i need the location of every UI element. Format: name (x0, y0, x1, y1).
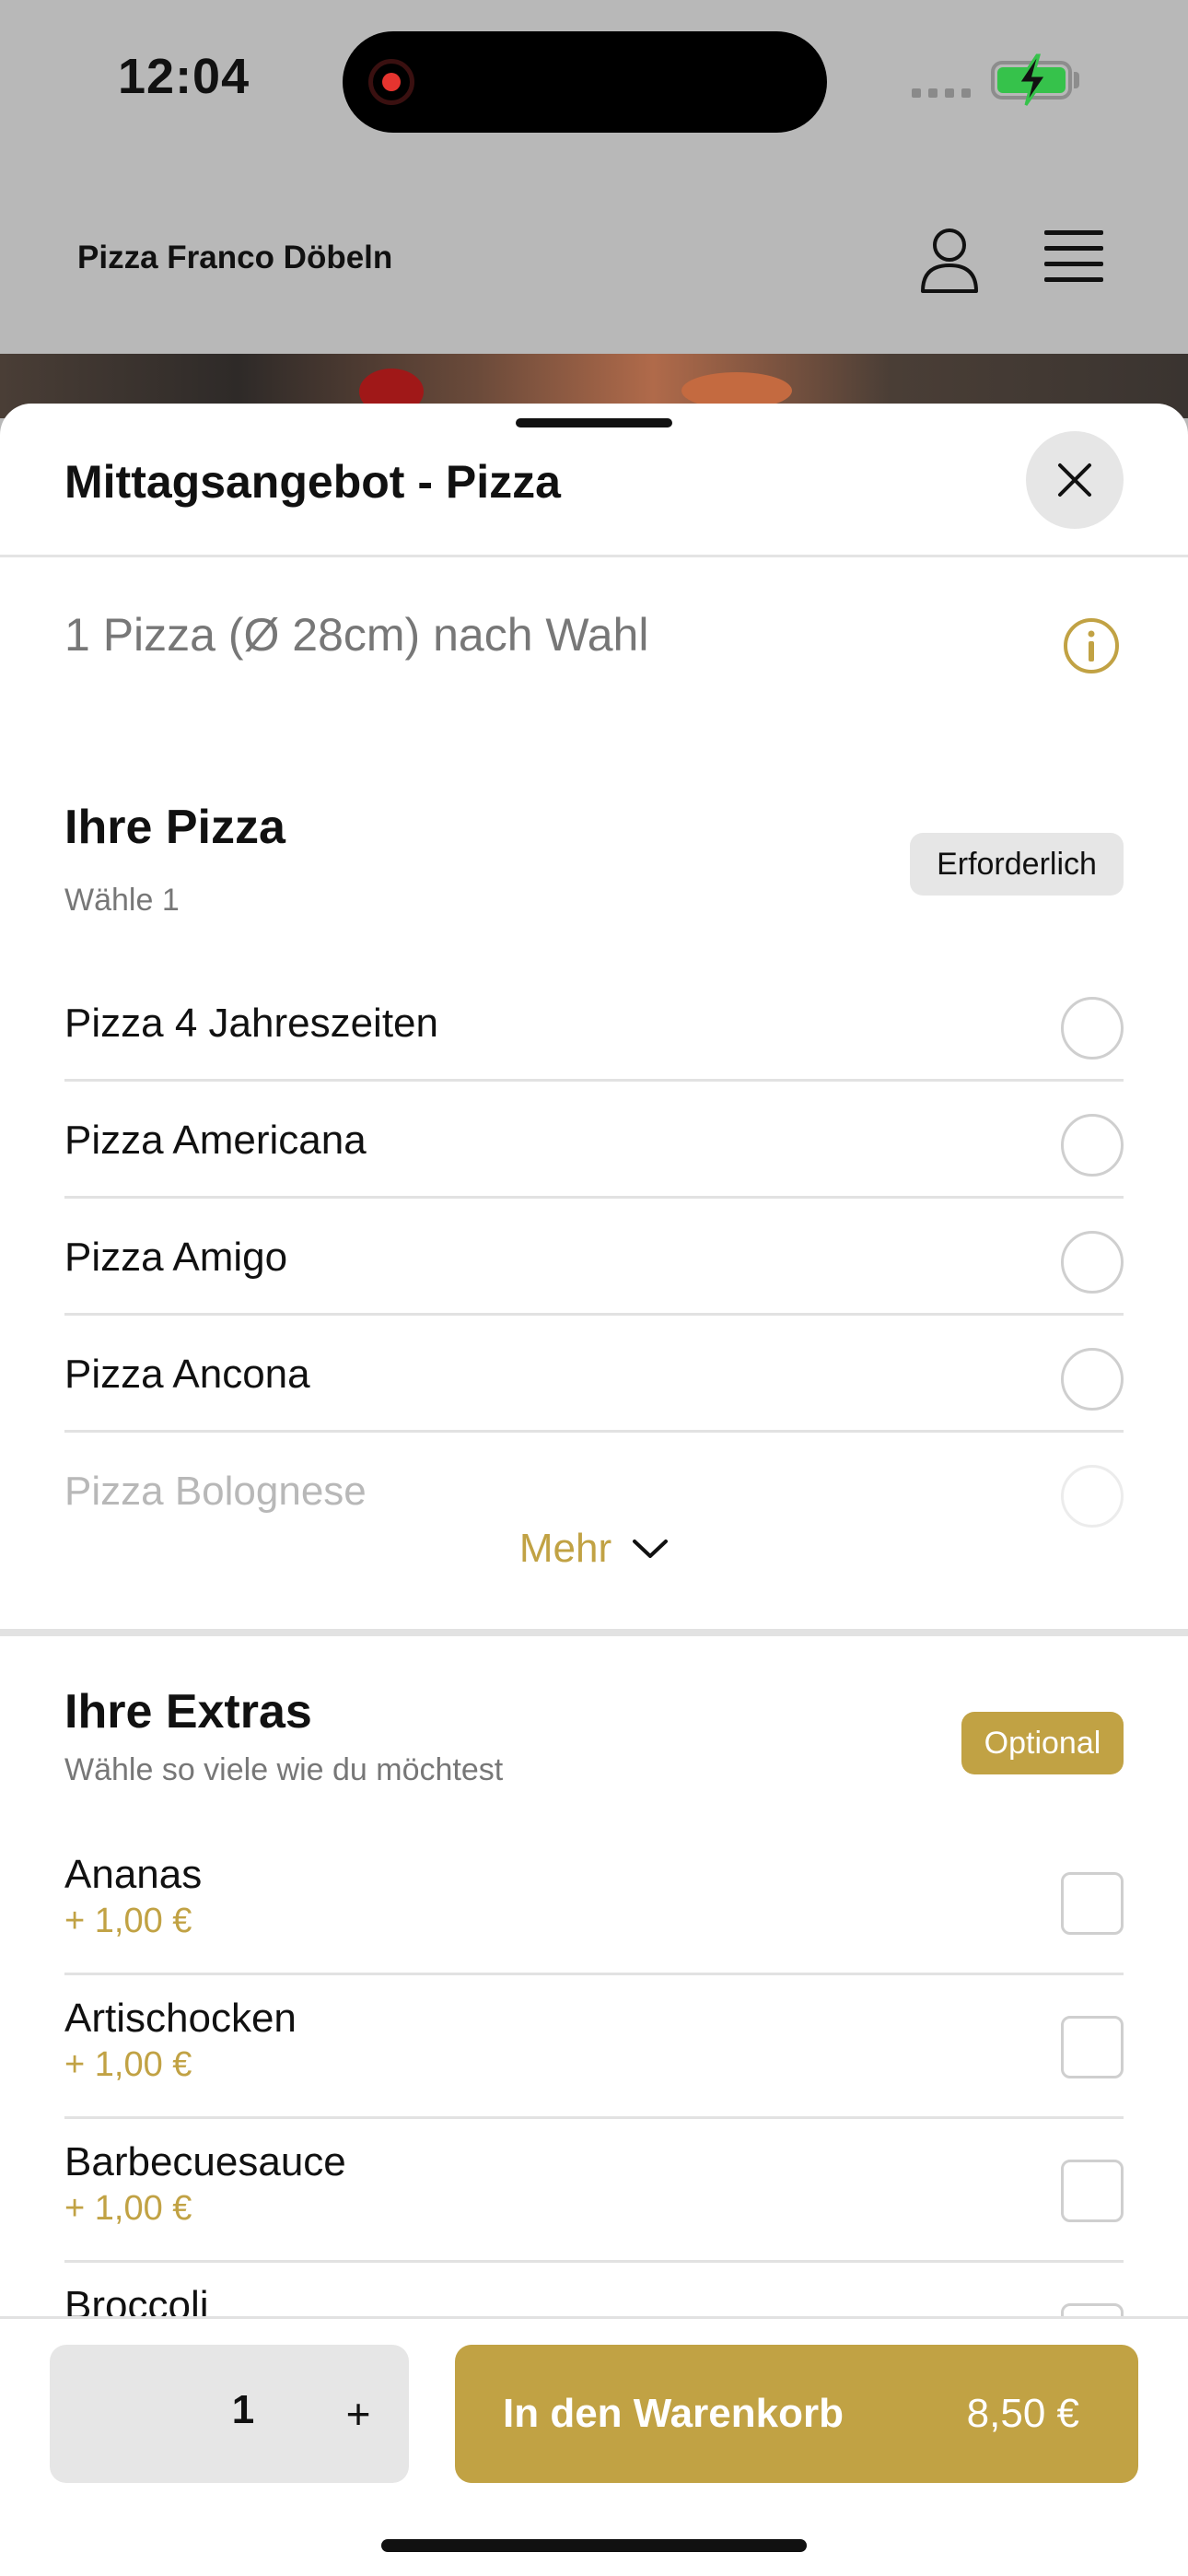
pizza-option-label: Pizza Amigo (64, 1235, 288, 1280)
divider (0, 555, 1188, 557)
radio-button[interactable] (1061, 1348, 1124, 1411)
checkbox[interactable] (1061, 1872, 1124, 1935)
pizza-option-label: Pizza Ancona (64, 1352, 310, 1397)
pizza-section-title: Ihre Pizza (64, 801, 285, 854)
show-more-button[interactable]: Mehr (0, 1526, 1188, 1572)
user-icon[interactable] (917, 225, 982, 295)
cart-price: 8,50 € (966, 2391, 1079, 2436)
restaurant-name: Pizza Franco Döbeln (77, 240, 393, 275)
extra-label: Artischocken (64, 1996, 297, 2041)
extra-label: Ananas (64, 1852, 203, 1897)
pizza-option-label: Pizza 4 Jahreszeiten (64, 1001, 438, 1046)
app-header: Pizza Franco Döbeln (0, 166, 1188, 354)
signal-icon (912, 88, 971, 98)
pizza-option-label: Pizza Bolognese (64, 1469, 367, 1514)
radio-button[interactable] (1061, 997, 1124, 1060)
extra-price: + 1,00 € (64, 2045, 192, 2084)
increment-button[interactable]: + (326, 2382, 390, 2446)
info-icon[interactable] (1063, 617, 1120, 674)
radio-button[interactable] (1061, 1465, 1124, 1528)
sheet-title: Mittagsangebot - Pizza (64, 456, 561, 508)
extra-option[interactable]: Barbecuesauce + 1,00 € (64, 2119, 1124, 2263)
quantity-value: 1 (231, 2387, 255, 2432)
extra-price: + 1,00 € (64, 1902, 192, 1940)
charging-bolt-icon (1016, 53, 1049, 106)
add-to-cart-label: In den Warenkorb (503, 2391, 844, 2436)
quantity-stepper: 1 + (50, 2345, 409, 2483)
sheet-grabber[interactable] (516, 418, 672, 427)
show-more-label: Mehr (518, 1526, 612, 1571)
close-button[interactable] (1026, 431, 1124, 529)
radio-button[interactable] (1061, 1231, 1124, 1294)
extra-label: Barbecuesauce (64, 2139, 346, 2184)
section-divider (0, 1629, 1188, 1636)
add-to-cart-button[interactable]: In den Warenkorb 8,50 € (455, 2345, 1138, 2483)
checkbox[interactable] (1061, 2160, 1124, 2222)
recording-indicator-icon (368, 59, 414, 105)
pizza-section-subtitle: Wähle 1 (64, 883, 180, 918)
radio-button[interactable] (1061, 1114, 1124, 1177)
bottom-action-bar: 1 + In den Warenkorb 8,50 € (0, 2316, 1188, 2576)
extras-section-subtitle: Wähle so viele wie du möchtest (64, 1752, 504, 1787)
extra-option[interactable]: Artischocken + 1,00 € (64, 1975, 1124, 2119)
checkbox[interactable] (1061, 2016, 1124, 2078)
home-indicator[interactable] (381, 2539, 807, 2552)
dynamic-island (343, 31, 827, 133)
product-sheet: Mittagsangebot - Pizza 1 Pizza (Ø 28cm) … (0, 404, 1188, 2576)
optional-badge: Optional (961, 1712, 1124, 1774)
pizza-option[interactable]: Pizza Americana (64, 1083, 1124, 1199)
extra-option[interactable]: Ananas + 1,00 € (64, 1832, 1124, 1975)
pizza-option[interactable]: Pizza 4 Jahreszeiten (64, 966, 1124, 1082)
hamburger-menu-icon[interactable] (1044, 230, 1103, 282)
extra-price: + 1,00 € (64, 2189, 192, 2228)
pizza-option-label: Pizza Americana (64, 1118, 367, 1163)
pizza-option[interactable]: Pizza Ancona (64, 1317, 1124, 1433)
status-bar: 12:04 (0, 0, 1188, 166)
pizza-option[interactable]: Pizza Amigo (64, 1200, 1124, 1316)
status-time: 12:04 (118, 49, 250, 104)
product-description: 1 Pizza (Ø 28cm) nach Wahl (64, 609, 649, 661)
required-badge: Erforderlich (910, 833, 1124, 896)
chevron-down-icon (633, 1540, 669, 1558)
close-icon (1058, 463, 1091, 497)
extras-section-title: Ihre Extras (64, 1685, 312, 1739)
